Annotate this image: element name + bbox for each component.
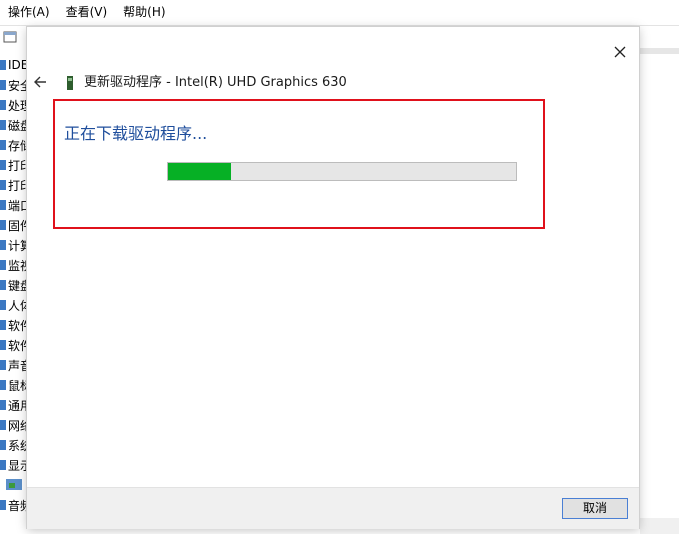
menu-bar: 操作(A) 查看(V) 帮助(H): [0, 0, 679, 24]
back-arrow-icon[interactable]: [31, 73, 49, 91]
sound-icon: [0, 360, 6, 370]
update-driver-dialog: 更新驱动程序 - Intel(R) UHD Graphics 630 正在下载驱…: [27, 27, 639, 529]
hid-icon: [0, 300, 6, 310]
display-adapter-icon: [0, 460, 6, 470]
firmware-icon: [0, 220, 6, 230]
usb-icon: [0, 400, 6, 410]
storage-controller-icon: [0, 140, 6, 150]
port-icon: [0, 200, 6, 210]
background-panel-edge: [640, 48, 679, 54]
system-device-icon: [0, 440, 6, 450]
menu-view[interactable]: 查看(V): [58, 0, 116, 24]
processor-icon: [0, 100, 6, 110]
computer-icon: [0, 240, 6, 250]
network-adapter-icon: [0, 420, 6, 430]
software-component-icon: [0, 320, 6, 330]
display-card-icon: [6, 479, 22, 490]
printer-icon: [0, 180, 6, 190]
download-progress-bar: [167, 162, 517, 181]
disk-drive-icon: [0, 120, 6, 130]
mouse-icon: [0, 380, 6, 390]
audio-icon: [0, 500, 6, 510]
menu-action[interactable]: 操作(A): [0, 0, 58, 24]
keyboard-icon: [0, 280, 6, 290]
download-status-text: 正在下载驱动程序...: [64, 124, 208, 143]
security-device-icon: [0, 80, 6, 90]
software-device-icon: [0, 340, 6, 350]
cancel-button[interactable]: 取消: [562, 498, 628, 519]
monitor-icon: [0, 260, 6, 270]
dialog-footer: 取消: [27, 487, 639, 529]
ide-controller-icon: [0, 60, 6, 70]
menu-help[interactable]: 帮助(H): [115, 0, 173, 24]
display-adapter-icon: [67, 76, 73, 90]
properties-icon[interactable]: [3, 30, 17, 44]
background-status-bar: [640, 518, 679, 534]
printer-icon: [0, 160, 6, 170]
dialog-title: 更新驱动程序 - Intel(R) UHD Graphics 630: [84, 75, 347, 90]
tree-item-label: IDE: [8, 58, 29, 72]
close-icon[interactable]: [609, 41, 631, 63]
download-progress-fill: [168, 163, 231, 180]
